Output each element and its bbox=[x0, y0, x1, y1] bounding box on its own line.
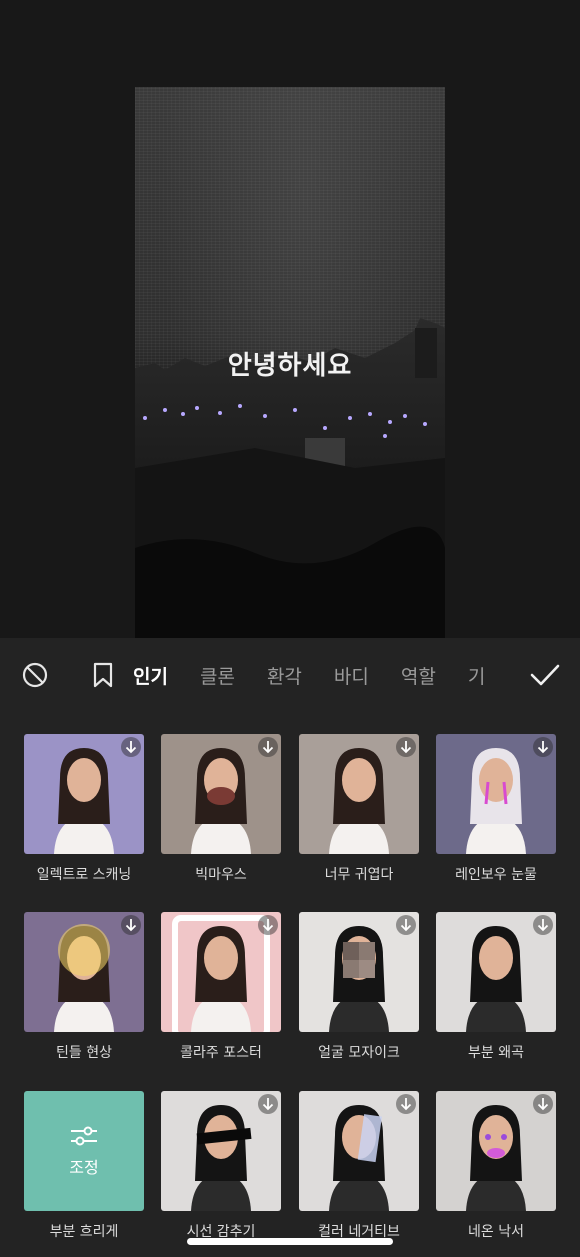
sliders-icon bbox=[71, 1126, 97, 1146]
download-icon[interactable] bbox=[258, 1094, 278, 1114]
effects-toolbar: 인기 클론 환각 바디 역할 기 bbox=[0, 638, 580, 712]
effect-label: 콜라주 포스터 bbox=[180, 1045, 262, 1061]
download-icon[interactable] bbox=[258, 737, 278, 757]
download-icon[interactable] bbox=[533, 737, 553, 757]
effect-label: 틴들 현상 bbox=[56, 1045, 112, 1061]
effect-thumbnail bbox=[436, 912, 556, 1032]
effect-tyndall[interactable]: 틴들 현상 bbox=[24, 912, 144, 1061]
effect-label: 얼굴 모자이크 bbox=[318, 1045, 400, 1061]
effect-thumbnail bbox=[299, 912, 419, 1032]
tab-body[interactable]: 바디 bbox=[334, 662, 369, 689]
download-icon[interactable] bbox=[396, 737, 416, 757]
effect-collage-poster[interactable]: 콜라주 포스터 bbox=[161, 912, 281, 1061]
effect-electro-scanning[interactable]: 일렉트로 스캐닝 bbox=[24, 734, 144, 883]
category-tabs: 인기 클론 환각 바디 역할 기 bbox=[133, 638, 513, 712]
effect-big-mouth[interactable]: 빅마우스 bbox=[161, 734, 281, 883]
effect-partial-blur[interactable]: 조정부분 흐리게 bbox=[24, 1091, 144, 1240]
effect-thumbnail bbox=[24, 912, 144, 1032]
effect-label: 부분 흐리게 bbox=[49, 1224, 119, 1240]
checkmark-icon[interactable] bbox=[527, 659, 563, 691]
effect-label: 일렉트로 스캐닝 bbox=[36, 867, 132, 883]
effect-label: 네온 낙서 bbox=[468, 1224, 524, 1240]
effect-thumbnail bbox=[299, 734, 419, 854]
video-preview-area: 안녕하세요 bbox=[0, 0, 580, 638]
effect-partial-warp[interactable]: 부분 왜곡 bbox=[436, 912, 556, 1061]
overlay-text[interactable]: 안녕하세요 bbox=[135, 345, 445, 382]
effect-thumbnail bbox=[24, 734, 144, 854]
download-icon[interactable] bbox=[121, 915, 141, 935]
video-canvas[interactable]: 안녕하세요 bbox=[135, 87, 445, 638]
download-icon[interactable] bbox=[533, 915, 553, 935]
effect-neon-doodle[interactable]: 네온 낙서 bbox=[436, 1091, 556, 1240]
effect-label: 부분 왜곡 bbox=[468, 1045, 524, 1061]
effect-thumbnail bbox=[161, 734, 281, 854]
download-icon[interactable] bbox=[533, 1094, 553, 1114]
download-icon[interactable] bbox=[121, 737, 141, 757]
effect-thumbnail bbox=[161, 912, 281, 1032]
download-icon[interactable] bbox=[396, 915, 416, 935]
effect-thumbnail: 조정 bbox=[24, 1091, 144, 1211]
adjust-overlay: 조정 bbox=[24, 1091, 144, 1211]
tab-more[interactable]: 기 bbox=[468, 662, 485, 689]
effect-thumbnail bbox=[161, 1091, 281, 1211]
tab-illusion[interactable]: 환각 bbox=[267, 662, 302, 689]
effect-rainbow-tears[interactable]: 레인보우 눈물 bbox=[436, 734, 556, 883]
effect-hide-eyes[interactable]: 시선 감추기 bbox=[161, 1091, 281, 1240]
effect-color-negative[interactable]: 컬러 네거티브 bbox=[299, 1091, 419, 1240]
prohibit-icon[interactable] bbox=[19, 659, 51, 691]
bookmark-icon[interactable] bbox=[87, 659, 119, 691]
effect-label: 빅마우스 bbox=[195, 867, 247, 883]
effect-thumbnail bbox=[436, 1091, 556, 1211]
download-icon[interactable] bbox=[258, 915, 278, 935]
effect-thumbnail bbox=[299, 1091, 419, 1211]
adjust-label: 조정 bbox=[69, 1158, 99, 1177]
effect-face-mosaic[interactable]: 얼굴 모자이크 bbox=[299, 912, 419, 1061]
effect-label: 너무 귀엽다 bbox=[324, 867, 394, 883]
effect-label: 레인보우 눈물 bbox=[455, 867, 537, 883]
effect-so-cute[interactable]: 너무 귀엽다 bbox=[299, 734, 419, 883]
download-icon[interactable] bbox=[396, 1094, 416, 1114]
tab-role[interactable]: 역할 bbox=[401, 662, 436, 689]
effect-thumbnail bbox=[436, 734, 556, 854]
home-indicator bbox=[187, 1238, 393, 1245]
tab-popular[interactable]: 인기 bbox=[133, 662, 168, 689]
effects-grid: 일렉트로 스캐닝 빅마우스 너무 귀엽다 레인보우 눈물틴들 현상 콜라주 포스터 얼굴 … bbox=[0, 712, 580, 1257]
tab-clone[interactable]: 클론 bbox=[200, 662, 235, 689]
